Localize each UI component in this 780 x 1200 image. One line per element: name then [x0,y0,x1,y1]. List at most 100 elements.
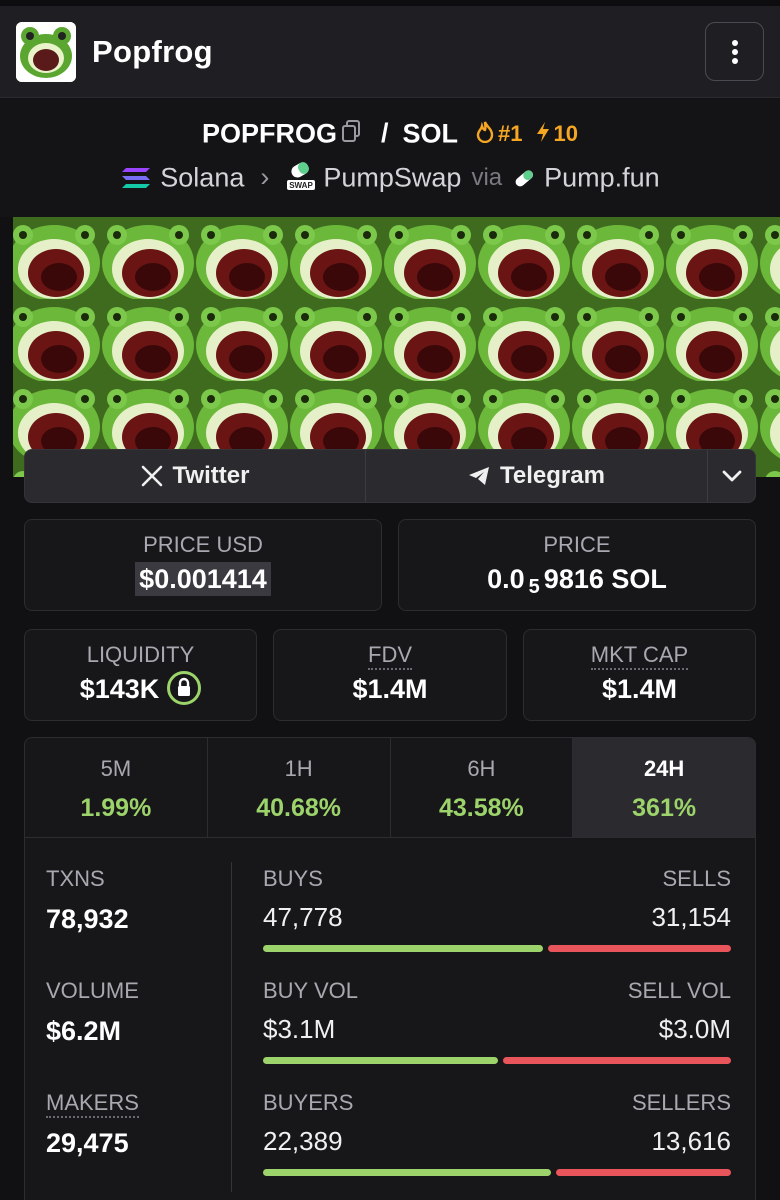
boost-value: 10 [553,121,578,147]
buys-value: 47,778 [263,902,343,932]
makers-split-bar [263,1169,731,1176]
mcap-label[interactable]: MKT CAP [590,642,689,670]
mcap-card: MKT CAP $1.4M [523,629,756,721]
trending-rank[interactable]: #1 [476,120,523,147]
telegram-button[interactable]: Telegram [366,450,708,502]
sell-bar-fill [503,1057,731,1064]
pill-icon [512,162,544,192]
buys-label: BUYS [263,866,323,891]
buy-bar-fill [263,1057,498,1064]
price-native-card: PRICE 0.0 5 9816 SOL [398,519,756,611]
tab-6h[interactable]: 6H 43.58% [391,738,574,837]
sellers-label: SELLERS [631,1090,731,1115]
fdv-card: FDV $1.4M [273,629,507,721]
tab-change: 361% [632,794,697,822]
tab-5m[interactable]: 5M 1.99% [25,738,208,837]
dex-name[interactable]: PumpSwap [323,162,461,192]
buy-vol-value: $3.1M [263,1014,336,1044]
makers-stat: MAKERS 29,475 [46,1090,139,1159]
token-banner-image [13,217,780,477]
tab-1h[interactable]: 1H 40.68% [208,738,391,837]
lightning-icon [536,122,549,143]
txns-stat: TXNS 78,932 [46,866,129,935]
via-label: via [471,163,503,191]
tab-label: 1H [284,756,313,781]
fdv-label[interactable]: FDV [368,642,412,670]
stats-divider [231,862,232,1192]
telegram-icon [468,466,490,486]
chevron-down-icon [722,470,741,482]
buy-bar-fill [263,1169,551,1176]
price-usd-label: PRICE USD [143,532,263,557]
sell-bar-fill [556,1169,731,1176]
volume-value: $6.2M [46,1016,122,1046]
telegram-label: Telegram [500,462,605,489]
twitter-label: Twitter [172,462,250,489]
trade-stats: TXNS 78,932 VOLUME $6.2M MAKERS 29,475 B… [24,837,756,1200]
tab-label: 5M [100,756,132,781]
sells-value: 31,154 [651,902,731,932]
app-header: Popfrog [0,6,780,98]
volume-stat: VOLUME $6.2M [46,978,139,1047]
liquidity-card: LIQUIDITY $143K [24,629,257,721]
buy-bar-fill [263,945,543,952]
makers-split-row: BUYERS SELLERS 22,389 13,616 [263,1090,731,1176]
base-symbol: POPFROG [201,118,337,149]
sellers-value: 13,616 [651,1126,731,1156]
kebab-menu-icon [731,39,738,64]
tab-label: 24H [643,756,685,781]
price-native-value: 0.0 5 9816 SOL [487,564,667,598]
app-logo [16,22,76,82]
social-links: Twitter Telegram [24,449,756,503]
quote-symbol: SOL [402,118,459,149]
more-links-button[interactable] [708,450,755,502]
tab-change: 1.99% [80,794,152,822]
txns-value: 78,932 [46,904,129,934]
price-native-label: PRICE [543,532,611,557]
lock-icon[interactable] [167,671,202,705]
tab-label: 6H [467,756,496,781]
app-title: Popfrog [92,34,213,69]
txns-label: TXNS [46,866,105,891]
liquidity-value: $143K [79,674,160,705]
fdv-value: $1.4M [352,674,428,704]
pumpswap-icon: SWAP [285,162,323,192]
price-usd-value: $0.001414 [135,562,271,596]
buy-vol-label: BUY VOL [263,978,358,1003]
buyers-value: 22,389 [263,1126,343,1156]
copy-address-icon[interactable] [341,118,361,149]
twitter-button[interactable]: Twitter [25,450,366,502]
buys-sells-row: BUYS SELLS 47,778 31,154 [263,866,731,952]
chevron-right-icon: › [260,162,270,193]
more-menu-button[interactable] [705,22,764,81]
tab-change: 43.58% [438,794,524,822]
chain-name[interactable]: Solana [160,162,244,192]
tab-24h[interactable]: 24H 361% [573,738,755,837]
makers-value: 29,475 [46,1128,129,1158]
price-usd-card: PRICE USD $0.001414 [24,519,382,611]
makers-label[interactable]: MAKERS [46,1090,139,1118]
fire-icon [476,121,494,144]
buys-sells-bar [263,945,731,952]
volume-label: VOLUME [46,978,139,1003]
liquidity-label: LIQUIDITY [86,642,195,667]
sell-bar-fill [548,945,731,952]
volume-split-row: BUY VOL SELL VOL $3.1M $3.0M [263,978,731,1064]
solana-icon [120,162,160,192]
rank-value: #1 [498,121,523,147]
pair-title: POPFROG / SOL #1 10 [0,117,780,149]
tab-change: 40.68% [256,794,342,822]
mcap-value: $1.4M [601,674,678,704]
x-logo-icon [141,465,163,487]
launchpad-name[interactable]: Pump.fun [544,162,660,192]
svg-text:SWAP: SWAP [290,181,314,190]
sell-vol-label: SELL VOL [627,978,731,1003]
volume-split-bar [263,1057,731,1064]
boost-count[interactable]: 10 [535,120,578,147]
timeframe-tabs: 5M 1.99% 1H 40.68% 6H 43.58% 24H 361% [24,737,756,837]
chain-breadcrumb: Solana › SWAP PumpSwap via Pump.fun [0,161,780,193]
buyers-label: BUYERS [263,1090,354,1115]
sell-vol-value: $3.0M [658,1014,731,1044]
sells-label: SELLS [662,866,732,891]
pair-separator: / [381,118,389,149]
